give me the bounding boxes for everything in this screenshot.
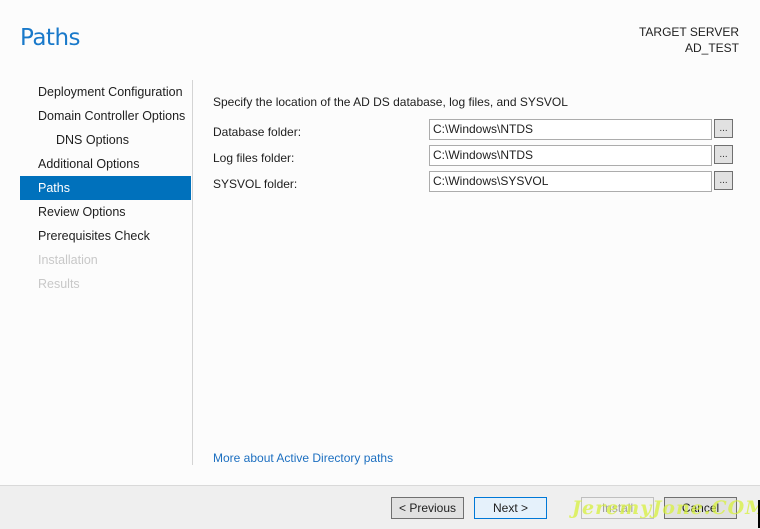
nav-item-additional-options[interactable]: Additional Options xyxy=(20,152,191,176)
log-files-folder-row: Log files folder: ... xyxy=(213,145,743,171)
nav-divider xyxy=(192,80,193,465)
log-files-folder-label: Log files folder: xyxy=(213,151,295,165)
install-button: Install xyxy=(581,497,654,519)
nav-item-paths[interactable]: Paths xyxy=(20,176,191,200)
paths-content: Specify the location of the AD DS databa… xyxy=(213,95,743,197)
log-files-folder-browse-button[interactable]: ... xyxy=(714,145,733,164)
paths-description: Specify the location of the AD DS databa… xyxy=(213,95,568,109)
wizard-footer: < Previous Next > Install Cancel xyxy=(0,485,760,529)
page-title: Paths xyxy=(20,25,81,51)
cancel-button[interactable]: Cancel xyxy=(664,497,737,519)
sysvol-folder-label: SYSVOL folder: xyxy=(213,177,298,191)
sysvol-folder-browse-button[interactable]: ... xyxy=(714,171,733,190)
log-files-folder-input[interactable] xyxy=(429,145,712,166)
target-server-label: TARGET SERVER xyxy=(638,25,739,39)
nav-item-domain-controller-options[interactable]: Domain Controller Options xyxy=(20,104,191,128)
more-about-ad-paths-link[interactable]: More about Active Directory paths xyxy=(213,451,393,465)
sysvol-folder-input[interactable] xyxy=(429,171,712,192)
nav-item-prerequisites-check[interactable]: Prerequisites Check xyxy=(20,224,191,248)
nav-item-review-options[interactable]: Review Options xyxy=(20,200,191,224)
wizard-steps-nav: Deployment Configuration Domain Controll… xyxy=(20,80,191,296)
database-folder-row: Database folder: ... xyxy=(213,119,743,145)
database-folder-browse-button[interactable]: ... xyxy=(714,119,733,138)
sysvol-folder-row: SYSVOL folder: ... xyxy=(213,171,743,197)
previous-button[interactable]: < Previous xyxy=(391,497,464,519)
nav-item-dns-options[interactable]: DNS Options xyxy=(20,128,191,152)
target-server-name: AD_TEST xyxy=(684,41,739,55)
nav-item-installation: Installation xyxy=(38,253,98,267)
database-folder-label: Database folder: xyxy=(213,125,302,139)
target-server-info: TARGET SERVER AD_TEST xyxy=(639,24,739,56)
database-folder-input[interactable] xyxy=(429,119,712,140)
next-button[interactable]: Next > xyxy=(474,497,547,519)
nav-item-results: Results xyxy=(38,277,80,291)
nav-item-deployment-configuration[interactable]: Deployment Configuration xyxy=(20,80,191,104)
